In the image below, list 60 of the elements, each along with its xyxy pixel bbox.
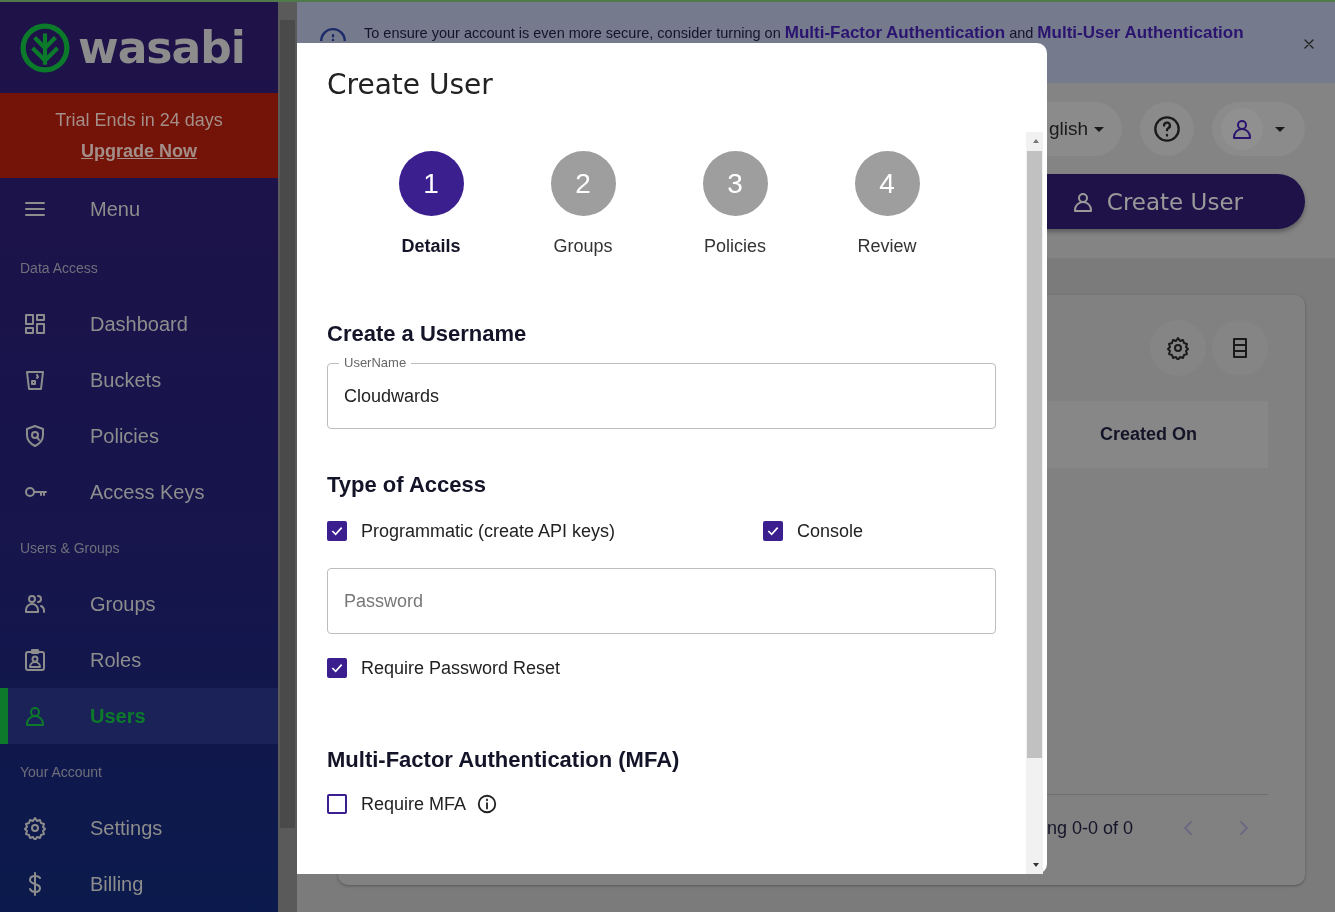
section-label: Users & Groups: [19, 539, 121, 558]
step-circle[interactable]: 1: [398, 151, 464, 216]
step-label[interactable]: Review: [857, 236, 917, 257]
bucket-icon: [23, 368, 47, 392]
person-icon: [23, 704, 47, 728]
id-badge-icon: [23, 648, 47, 672]
caret-icon: [1094, 126, 1105, 132]
step-circle[interactable]: 2: [550, 151, 616, 216]
sidebar-item[interactable]: Settings: [0, 800, 278, 856]
password-field[interactable]: Password: [327, 568, 996, 634]
caret-icon: [1275, 126, 1285, 132]
banner-link[interactable]: Multi-User Authentication: [1037, 23, 1244, 42]
sidebar-item[interactable]: Dashboard: [0, 296, 278, 352]
banner-link[interactable]: Multi-Factor Authentication: [784, 23, 1006, 42]
shield-icon: [23, 424, 47, 448]
section-heading: Create a Username: [327, 321, 528, 348]
step-circle[interactable]: 4: [854, 151, 920, 216]
section-label: Your Account: [19, 763, 103, 782]
step-label[interactable]: Groups: [553, 236, 613, 257]
checkbox-label: Require MFA: [361, 793, 467, 815]
sidebar-item[interactable]: Users: [0, 688, 278, 744]
sidebar-item[interactable]: Billing: [0, 856, 278, 912]
sidebar-item[interactable]: Buckets: [0, 352, 278, 408]
checkbox[interactable]: [763, 521, 783, 541]
step-circle[interactable]: 3: [702, 151, 768, 216]
settings-icon: [23, 816, 47, 840]
checkbox-label: Require Password Reset: [361, 657, 561, 679]
checkbox-label: Console: [797, 520, 864, 542]
person-icon: [1230, 117, 1254, 141]
sidebar-item[interactable]: Groups: [0, 576, 278, 632]
section-heading: Type of Access: [327, 472, 487, 499]
info-icon: [320, 28, 346, 41]
logo-text: wasabi: [78, 22, 245, 74]
scrollbar[interactable]: [1026, 132, 1043, 874]
trial-text: Trial Ends in 24 days: [55, 109, 223, 131]
checkbox[interactable]: [327, 794, 347, 814]
upgrade-link[interactable]: Upgrade Now: [81, 140, 197, 162]
checkbox[interactable]: [327, 658, 347, 678]
settings-icon: [1166, 336, 1190, 360]
logo-icon: [20, 22, 70, 73]
sidebar-item[interactable]: Policies: [0, 408, 278, 464]
banner-message: To ensure your account is even more secure, consider turning on Multi-Factor Authentication and Multi-User Authentication: [364, 22, 1245, 44]
step-label[interactable]: Policies: [704, 236, 766, 257]
dialog-title: Create User: [326, 67, 494, 103]
section-label: Data Access: [19, 259, 99, 278]
sidebar-item[interactable]: Roles: [0, 632, 278, 688]
menu-button[interactable]: Menu: [0, 178, 278, 240]
info-icon: [476, 793, 499, 815]
column-header[interactable]: Created On: [1100, 424, 1198, 445]
step-label[interactable]: Details: [401, 236, 461, 257]
section-heading: Multi-Factor Authentication (MFA): [327, 747, 681, 774]
checkbox[interactable]: [327, 521, 347, 541]
checkbox-label: Programmatic (create API keys): [361, 520, 616, 542]
help-icon: [1153, 115, 1181, 143]
field-label: UserName: [339, 355, 412, 370]
dashboard-icon: [23, 312, 47, 336]
people-icon: [23, 592, 47, 616]
scrollbar[interactable]: [278, 2, 297, 912]
sidebar-item[interactable]: Access Keys: [0, 464, 278, 520]
pagination-text: ng 0-0 of 0: [1047, 817, 1135, 839]
